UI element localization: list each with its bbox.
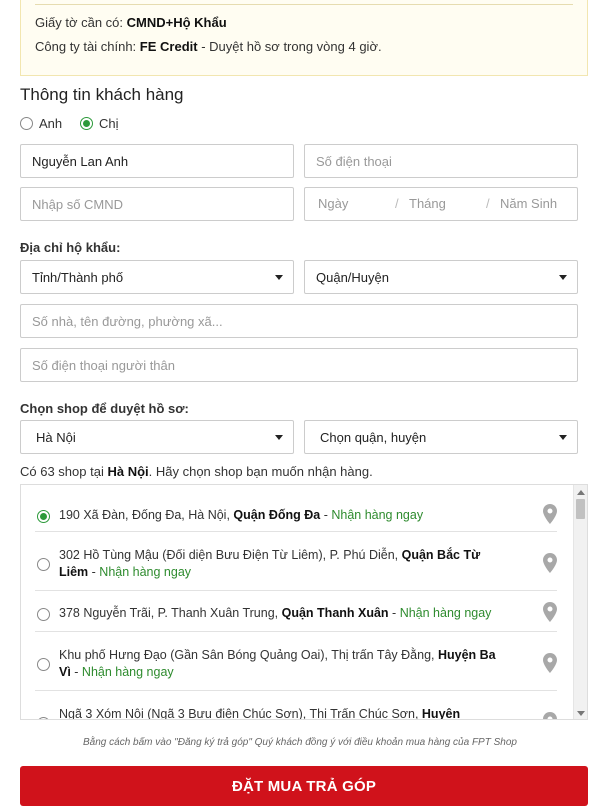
scrollbar-thumb[interactable] bbox=[576, 499, 585, 519]
finance-value: FE Credit bbox=[139, 39, 198, 54]
chevron-down-icon bbox=[275, 435, 283, 440]
shop-district-value: Chọn quận, huyện bbox=[320, 429, 427, 445]
map-pin-icon[interactable] bbox=[543, 553, 557, 573]
chevron-down-icon bbox=[275, 275, 283, 280]
installment-info-box: Giấy tờ cần có: CMND+Hộ Khẩu Công ty tài… bbox=[20, 0, 588, 76]
shop-description: 190 Xã Đàn, Đống Đa, Hà Nội, Quận Đống Đ… bbox=[59, 508, 424, 522]
documents-value: CMND+Hộ Khẩu bbox=[126, 15, 227, 30]
shop-city-value: Hà Nội bbox=[36, 429, 76, 445]
shop-radio[interactable] bbox=[37, 658, 50, 671]
radio-anh[interactable] bbox=[20, 117, 33, 130]
shop-count-text: Có 63 shop tại Hà Nội. Hãy chọn shop bạn… bbox=[20, 464, 373, 479]
dob-separator: / bbox=[486, 196, 490, 211]
shop-radio[interactable] bbox=[37, 608, 50, 621]
shop-count-city: Hà Nội bbox=[107, 464, 149, 479]
birthdate-group: Ngày / Tháng / Năm Sinh bbox=[304, 187, 578, 221]
gender-option-anh[interactable]: Anh bbox=[20, 116, 62, 131]
full-name-input[interactable]: Nguyễn Lan Anh bbox=[20, 144, 294, 178]
shop-description: Ngã 3 Xóm Nội (Ngã 3 Bưu điện Chúc Sơn),… bbox=[59, 707, 461, 720]
shop-count-suffix: . Hãy chọn shop bạn muốn nhận hàng. bbox=[148, 464, 373, 479]
shop-city-select[interactable]: Hà Nội bbox=[20, 420, 294, 454]
map-pin-icon[interactable] bbox=[543, 712, 557, 720]
phone-input[interactable]: Số điện thoại bbox=[304, 144, 578, 178]
divider bbox=[35, 4, 573, 5]
customer-info-title: Thông tin khách hàng bbox=[20, 85, 184, 104]
shop-description: Khu phố Hưng Đạo (Gần Sân Bóng Quảng Oai… bbox=[59, 648, 496, 679]
shop-list[interactable]: 190 Xã Đàn, Đống Đa, Hà Nội, Quận Đống Đ… bbox=[20, 484, 588, 720]
birth-year-input[interactable]: Năm Sinh bbox=[500, 188, 557, 220]
finance-note: - Duyệt hồ sơ trong vòng 4 giờ. bbox=[201, 39, 382, 54]
radio-label-anh: Anh bbox=[39, 116, 63, 131]
chevron-down-icon bbox=[559, 275, 567, 280]
shop-description: 378 Nguyễn Trãi, P. Thanh Xuân Trung, Qu… bbox=[59, 606, 492, 620]
radio-chi[interactable] bbox=[80, 117, 93, 130]
province-select-value: Tỉnh/Thành phố bbox=[32, 269, 124, 285]
shop-description: 302 Hồ Tùng Mậu (Đối diện Bưu Điện Từ Li… bbox=[59, 548, 481, 579]
terms-notice: Bằng cách bấm vào "Đăng ký trả góp" Quý … bbox=[83, 737, 517, 748]
gender-option-chi[interactable]: Chị bbox=[80, 116, 119, 131]
district-select-value: Quận/Huyện bbox=[316, 269, 389, 285]
order-installment-button[interactable]: ĐẶT MUA TRẢ GÓP bbox=[20, 766, 588, 806]
shop-list-item[interactable]: 302 Hồ Tùng Mậu (Đối diện Bưu Điện Từ Li… bbox=[35, 533, 557, 591]
shop-list-scrollbar[interactable] bbox=[573, 485, 587, 719]
shop-radio[interactable] bbox=[37, 717, 50, 719]
documents-required: Giấy tờ cần có: CMND+Hộ Khẩu bbox=[35, 15, 227, 30]
shop-list-item[interactable]: 190 Xã Đàn, Đống Đa, Hà Nội, Quận Đống Đ… bbox=[35, 485, 557, 532]
shop-district-select[interactable]: Chọn quận, huyện bbox=[304, 420, 578, 454]
street-address-input[interactable]: Số nhà, tên đường, phường xã... bbox=[20, 304, 578, 338]
birth-day-input[interactable]: Ngày bbox=[318, 188, 348, 220]
shop-list-item[interactable]: Ngã 3 Xóm Nội (Ngã 3 Bưu điện Chúc Sơn),… bbox=[35, 692, 557, 720]
scroll-up-arrow-icon[interactable] bbox=[577, 490, 585, 495]
radio-label-chi: Chị bbox=[99, 116, 119, 131]
map-pin-icon[interactable] bbox=[543, 504, 557, 524]
shop-list-item[interactable]: Khu phố Hưng Đạo (Gần Sân Bóng Quảng Oai… bbox=[35, 633, 557, 691]
address-label: Địa chỉ hộ khẩu: bbox=[20, 240, 121, 255]
finance-company: Công ty tài chính: FE Credit - Duyệt hồ … bbox=[35, 39, 382, 54]
shop-list-item[interactable]: 378 Nguyễn Trãi, P. Thanh Xuân Trung, Qu… bbox=[35, 592, 557, 632]
map-pin-icon[interactable] bbox=[543, 653, 557, 673]
documents-label: Giấy tờ cần có: bbox=[35, 15, 124, 30]
finance-label: Công ty tài chính: bbox=[35, 39, 137, 54]
district-select[interactable]: Quận/Huyện bbox=[304, 260, 578, 294]
relative-phone-input[interactable]: Số điện thoại người thân bbox=[20, 348, 578, 382]
scroll-down-arrow-icon[interactable] bbox=[577, 711, 585, 716]
birth-month-input[interactable]: Tháng bbox=[409, 188, 446, 220]
shop-radio[interactable] bbox=[37, 558, 50, 571]
shop-radio[interactable] bbox=[37, 510, 50, 523]
shop-count-prefix: Có 63 shop tại bbox=[20, 464, 104, 479]
province-select[interactable]: Tỉnh/Thành phố bbox=[20, 260, 294, 294]
id-number-input[interactable]: Nhập số CMND bbox=[20, 187, 294, 221]
chevron-down-icon bbox=[559, 435, 567, 440]
map-pin-icon[interactable] bbox=[543, 602, 557, 622]
shop-select-label: Chọn shop để duyệt hồ sơ: bbox=[20, 401, 189, 416]
dob-separator: / bbox=[395, 196, 399, 211]
